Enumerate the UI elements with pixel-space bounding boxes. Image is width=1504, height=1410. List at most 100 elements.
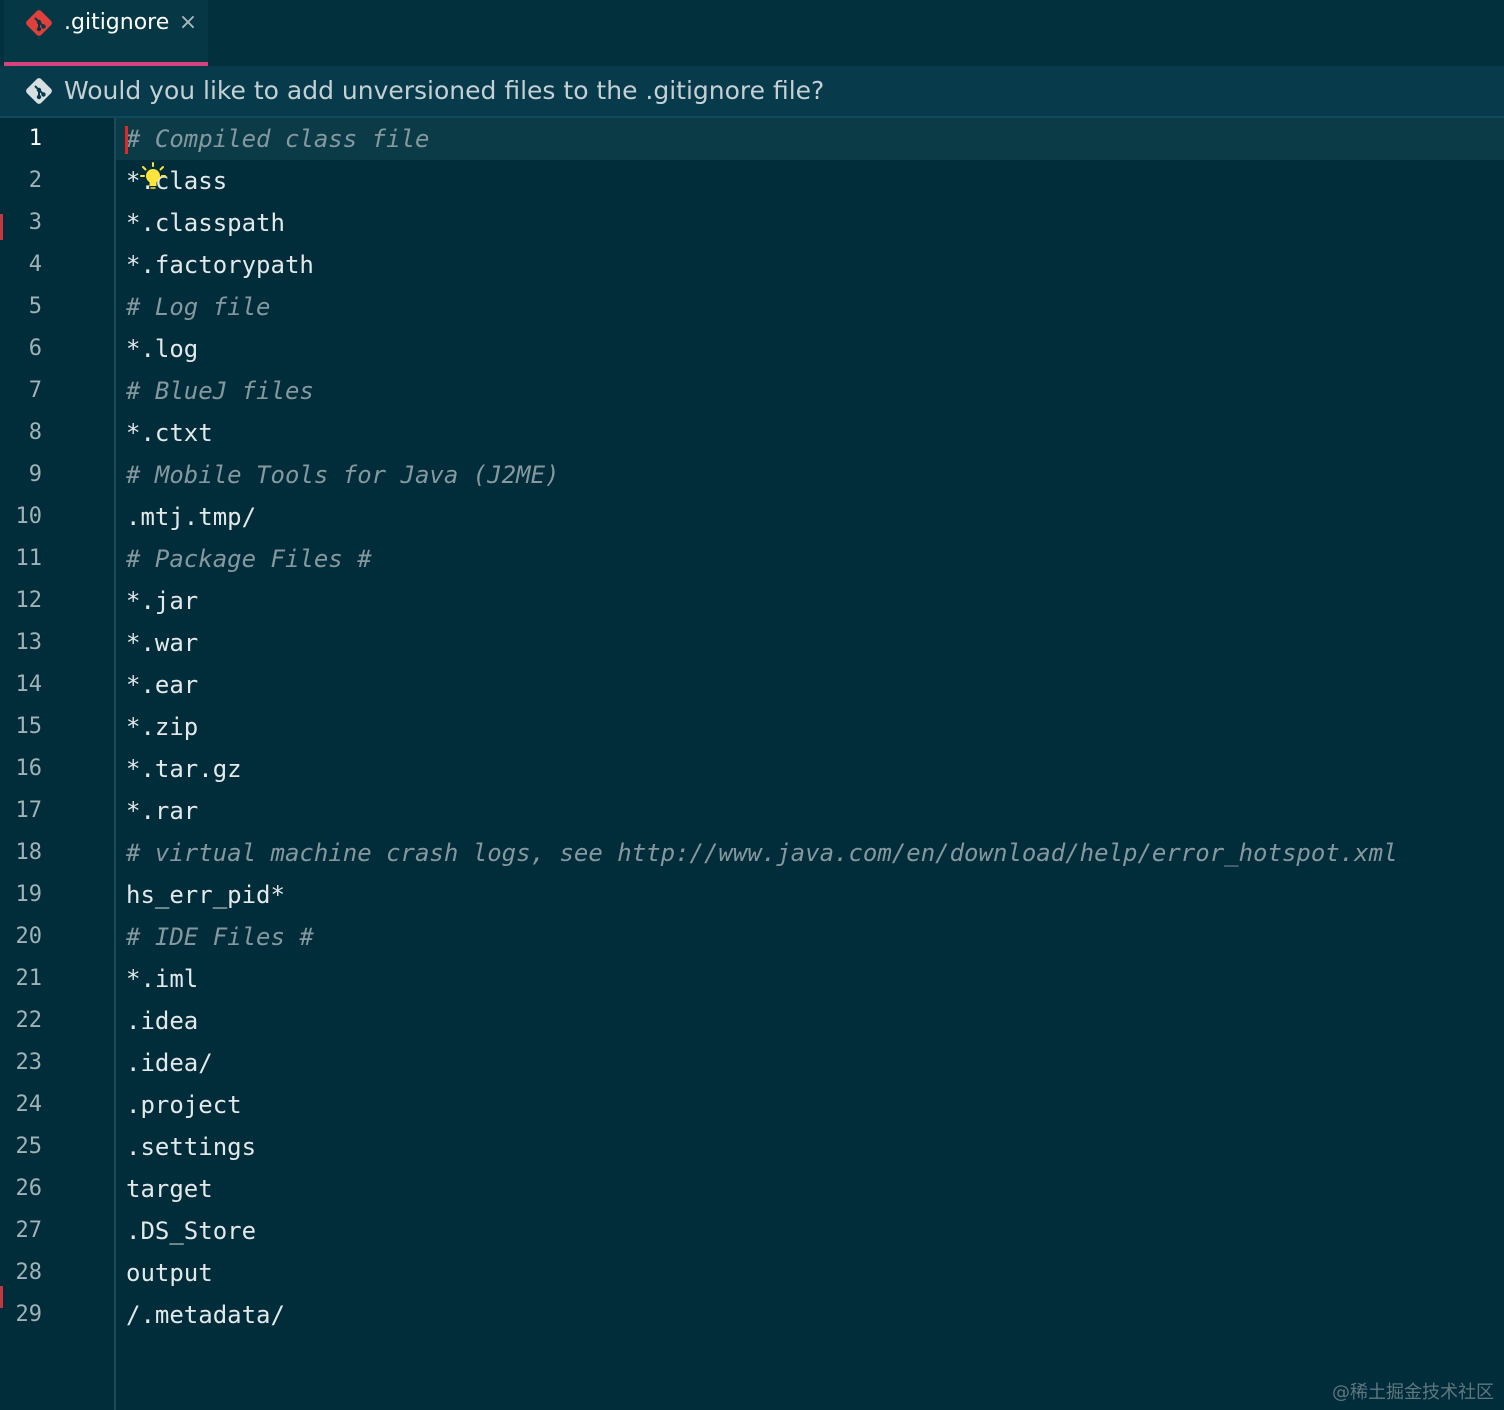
line-number: 2 [28,168,42,193]
code-line[interactable]: 24 .project [0,1084,1504,1126]
code-line[interactable]: 4 *.factorypath [0,244,1504,286]
pattern-text[interactable]: /.metadata/ [126,1294,285,1336]
watermark: @稀土掘金技术社区 [1332,1382,1494,1403]
line-number: 18 [15,840,43,865]
tab-gitignore[interactable]: .gitignore × [4,0,208,66]
pattern-text[interactable]: output [126,1252,213,1294]
code-line[interactable]: 9 # Mobile Tools for Java (J2ME) [0,454,1504,496]
code-line[interactable]: 19 hs_err_pid* [0,874,1504,916]
line-number: 23 [15,1050,43,1075]
comment-text[interactable]: # Mobile Tools for Java (J2ME) [126,454,559,496]
code-line[interactable]: 18 # virtual machine crash logs, see http… [0,832,1504,874]
code-line[interactable]: 5 # Log file [0,286,1504,328]
line-number: 14 [15,672,43,697]
line-number: 6 [28,336,42,361]
line-number: 24 [15,1092,43,1117]
line-number: 29 [15,1302,43,1327]
comment-text[interactable]: # Log file [126,286,271,328]
line-number: 8 [28,420,42,445]
comment-text[interactable]: # BlueJ files [126,370,314,412]
code-line[interactable]: 14 *.ear [0,664,1504,706]
git-icon [26,10,52,36]
line-number: 9 [28,462,42,487]
code-line[interactable]: 21 *.iml [0,958,1504,1000]
comment-text[interactable]: # IDE Files # [126,916,314,958]
tab-label: .gitignore [64,10,170,35]
pattern-text[interactable]: *.war [126,622,198,664]
pattern-text[interactable]: .mtj.tmp/ [126,496,256,538]
code-line[interactable]: 11 # Package Files # [0,538,1504,580]
code-line[interactable]: 12 *.jar [0,580,1504,622]
pattern-text[interactable]: *.ear [126,664,198,706]
line-number: 1 [28,126,42,151]
close-icon[interactable]: × [176,8,200,38]
editor-tab-bar: .gitignore × [0,0,1504,66]
comment-text[interactable]: # virtual machine crash logs, see http:/… [126,832,1398,874]
pattern-text[interactable]: .project [126,1084,242,1126]
line-number: 12 [15,588,43,613]
code-line[interactable]: 28 output [0,1252,1504,1294]
pattern-text[interactable]: .settings [126,1126,256,1168]
line-number: 16 [15,756,43,781]
code-editor[interactable]: 1 # Compiled class file 2 *.class 3 *.classpa… [0,118,1504,1410]
line-number: 28 [15,1260,43,1285]
pattern-text[interactable]: target [126,1168,213,1210]
pattern-text[interactable]: .idea [126,1000,198,1042]
change-marker [0,1286,3,1308]
code-line[interactable]: 3 *.classpath [0,202,1504,244]
line-number: 19 [15,882,43,907]
code-line[interactable]: 15 *.zip [0,706,1504,748]
pattern-text[interactable]: *.tar.gz [126,748,242,790]
code-line[interactable]: 10 .mtj.tmp/ [0,496,1504,538]
code-line[interactable]: 26 target [0,1168,1504,1210]
text-caret [125,126,128,154]
change-marker [0,214,3,240]
line-number: 25 [15,1134,43,1159]
line-number: 27 [15,1218,43,1243]
line-number: 4 [28,252,42,277]
code-line[interactable]: 22 .idea [0,1000,1504,1042]
code-lines: 1 # Compiled class file 2 *.class 3 *.classpa… [0,118,1504,1336]
comment-text[interactable]: # Compiled class file [126,118,429,160]
line-number: 17 [15,798,43,823]
pattern-text[interactable]: *.classpath [126,202,285,244]
ide-window: .gitignore × Would you like to add unver… [0,0,1504,1410]
pattern-text[interactable]: *.iml [126,958,198,1000]
line-number: 11 [15,546,43,571]
code-line[interactable]: 8 *.ctxt [0,412,1504,454]
code-line[interactable]: 25 .settings [0,1126,1504,1168]
code-line[interactable]: 13 *.war [0,622,1504,664]
lightbulb-icon[interactable] [140,162,166,192]
code-line[interactable]: 23 .idea/ [0,1042,1504,1084]
code-line[interactable]: 1 # Compiled class file [0,118,1504,160]
code-line[interactable]: 17 *.rar [0,790,1504,832]
code-line[interactable]: 2 *.class [0,160,1504,202]
pattern-text[interactable]: .idea/ [126,1042,213,1084]
banner-message[interactable]: Would you like to add unversioned files … [64,75,824,107]
code-line[interactable]: 7 # BlueJ files [0,370,1504,412]
line-number: 13 [15,630,43,655]
git-icon [26,78,52,104]
pattern-text[interactable]: *.log [126,328,198,370]
code-line[interactable]: 6 *.log [0,328,1504,370]
line-number: 5 [28,294,42,319]
pattern-text[interactable]: .DS_Store [126,1210,256,1252]
pattern-text[interactable]: hs_err_pid* [126,874,285,916]
pattern-text[interactable]: *.jar [126,580,198,622]
line-number: 21 [15,966,43,991]
line-number: 26 [15,1176,43,1201]
code-line[interactable]: 27 .DS_Store [0,1210,1504,1252]
line-number: 7 [28,378,42,403]
code-line[interactable]: 20 # IDE Files # [0,916,1504,958]
line-number: 15 [15,714,43,739]
pattern-text[interactable]: *.zip [126,706,198,748]
line-number: 20 [15,924,43,949]
comment-text[interactable]: # Package Files # [126,538,372,580]
code-line[interactable]: 29 /.metadata/ [0,1294,1504,1336]
pattern-text[interactable]: *.rar [126,790,198,832]
pattern-text[interactable]: *.factorypath [126,244,314,286]
pattern-text[interactable]: *.ctxt [126,412,213,454]
gitignore-notification-banner: Would you like to add unversioned files … [0,66,1504,118]
line-number: 10 [15,504,43,529]
code-line[interactable]: 16 *.tar.gz [0,748,1504,790]
